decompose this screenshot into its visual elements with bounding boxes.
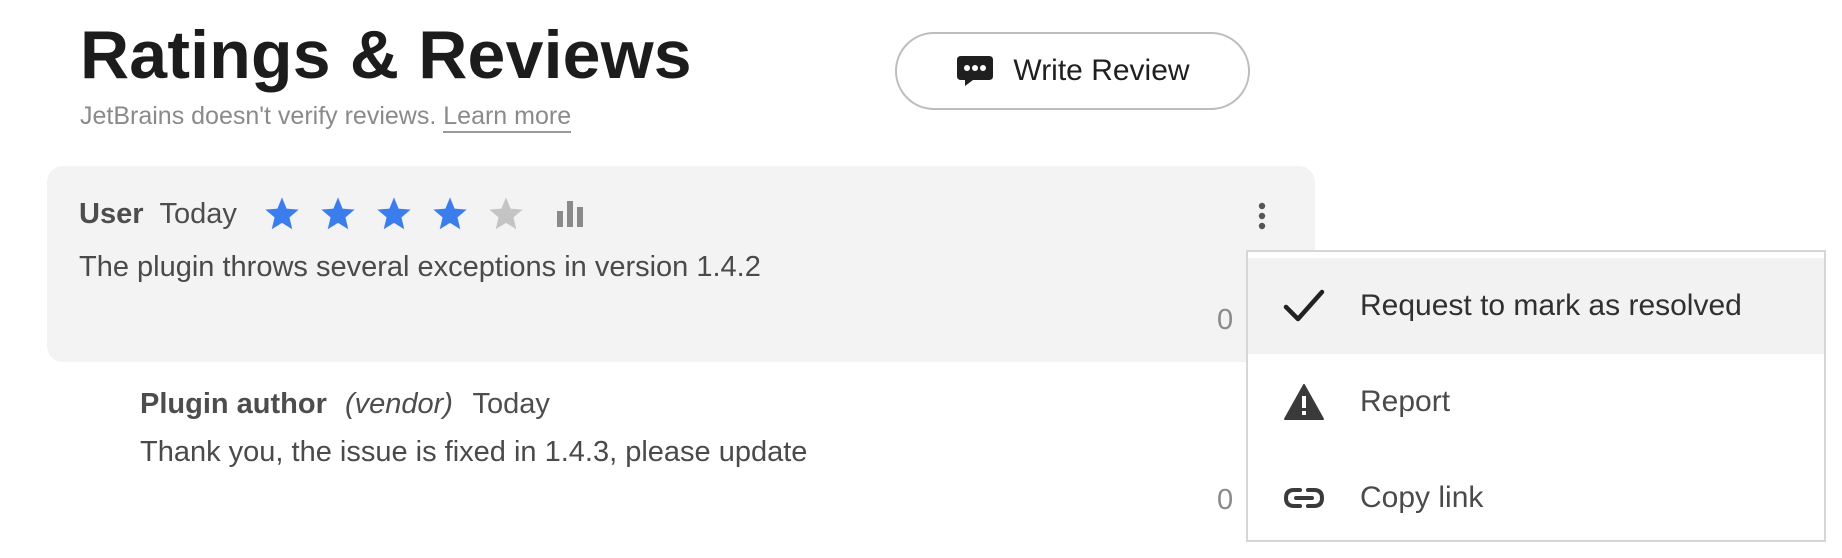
star-empty-icon — [489, 197, 523, 230]
review-text: The plugin throws several exceptions in … — [79, 251, 761, 283]
write-review-button[interactable]: Write Review — [895, 32, 1250, 110]
menu-item-report[interactable]: Report — [1248, 354, 1824, 450]
star-rating — [263, 195, 525, 233]
menu-item-request-resolved[interactable]: Request to mark as resolved — [1248, 258, 1824, 354]
reply-text: Thank you, the issue is fixed in 1.4.3, … — [140, 436, 808, 468]
star-filled-icon — [377, 197, 411, 230]
learn-more-link[interactable]: Learn more — [443, 102, 572, 133]
rating-distribution-icon[interactable] — [555, 199, 585, 229]
disclaimer-text: JetBrains doesn't verify reviews. — [80, 102, 437, 130]
review-vote-count: 0 — [1217, 304, 1234, 336]
check-icon — [1282, 284, 1326, 328]
star-filled-icon — [321, 197, 355, 230]
menu-item-copy-link[interactable]: Copy link — [1248, 450, 1824, 546]
reply-date: Today — [472, 388, 550, 420]
review-options-menu: Request to mark as resolved Report Copy … — [1246, 250, 1826, 542]
more-options-icon[interactable] — [1247, 196, 1277, 236]
review-date: Today — [159, 197, 237, 230]
page-title: Ratings & Reviews — [80, 17, 692, 93]
review-author: User — [79, 197, 144, 230]
reviews-disclaimer: JetBrains doesn't verify reviews. Learn … — [80, 100, 572, 133]
warning-icon — [1282, 380, 1326, 424]
reply-role: (vendor) — [344, 388, 453, 420]
review-header: User Today — [79, 192, 585, 236]
menu-item-label: Copy link — [1360, 481, 1484, 514]
write-review-label: Write Review — [1013, 54, 1190, 87]
menu-item-label: Report — [1360, 385, 1451, 418]
reply-author: Plugin author — [140, 388, 327, 420]
star-filled-icon — [265, 197, 299, 230]
reply-header: Plugin author (vendor) Today — [140, 384, 550, 424]
star-filled-icon — [433, 197, 467, 230]
link-icon — [1282, 476, 1326, 520]
reply-vote-count: 0 — [1217, 484, 1234, 516]
review-card: User Today The plugin throws several exc… — [47, 166, 1315, 362]
chat-bubble-icon — [957, 56, 994, 86]
menu-item-label: Request to mark as resolved — [1360, 289, 1742, 322]
